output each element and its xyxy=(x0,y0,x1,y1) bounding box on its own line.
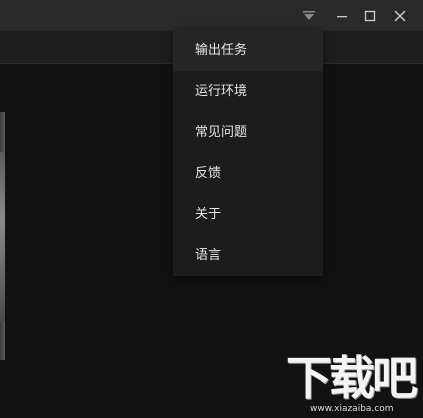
menu-item-about[interactable]: 关于 xyxy=(173,194,323,235)
menu-dropdown-button[interactable] xyxy=(294,0,324,31)
maximize-icon xyxy=(364,10,376,21)
watermark-logo: 下载吧 www.xiazaiba.com xyxy=(286,352,423,418)
menu-item-faq[interactable]: 常见问题 xyxy=(173,112,323,153)
watermark-text: 下载吧 xyxy=(286,351,418,405)
minimize-icon xyxy=(337,15,347,17)
minimize-button[interactable] xyxy=(327,0,357,31)
watermark-url: www.xiazaiba.com xyxy=(310,404,394,414)
preview-thumbnail-edge xyxy=(0,112,5,360)
menu-item-language[interactable]: 语言 xyxy=(173,235,323,276)
maximize-button[interactable] xyxy=(355,0,385,31)
title-bar xyxy=(0,0,423,31)
menu-item-runtime-environment[interactable]: 运行环境 xyxy=(173,71,323,112)
dropdown-arrow-icon xyxy=(303,10,315,20)
app-window: 输出任务 运行环境 常见问题 反馈 关于 语言 下载吧 www.xiazaiba… xyxy=(0,0,423,418)
close-button[interactable] xyxy=(385,0,415,31)
close-icon xyxy=(394,10,406,21)
settings-dropdown-menu: 输出任务 运行环境 常见问题 反馈 关于 语言 xyxy=(173,30,323,276)
menu-item-feedback[interactable]: 反馈 xyxy=(173,153,323,194)
menu-item-output-tasks[interactable]: 输出任务 xyxy=(173,30,323,71)
